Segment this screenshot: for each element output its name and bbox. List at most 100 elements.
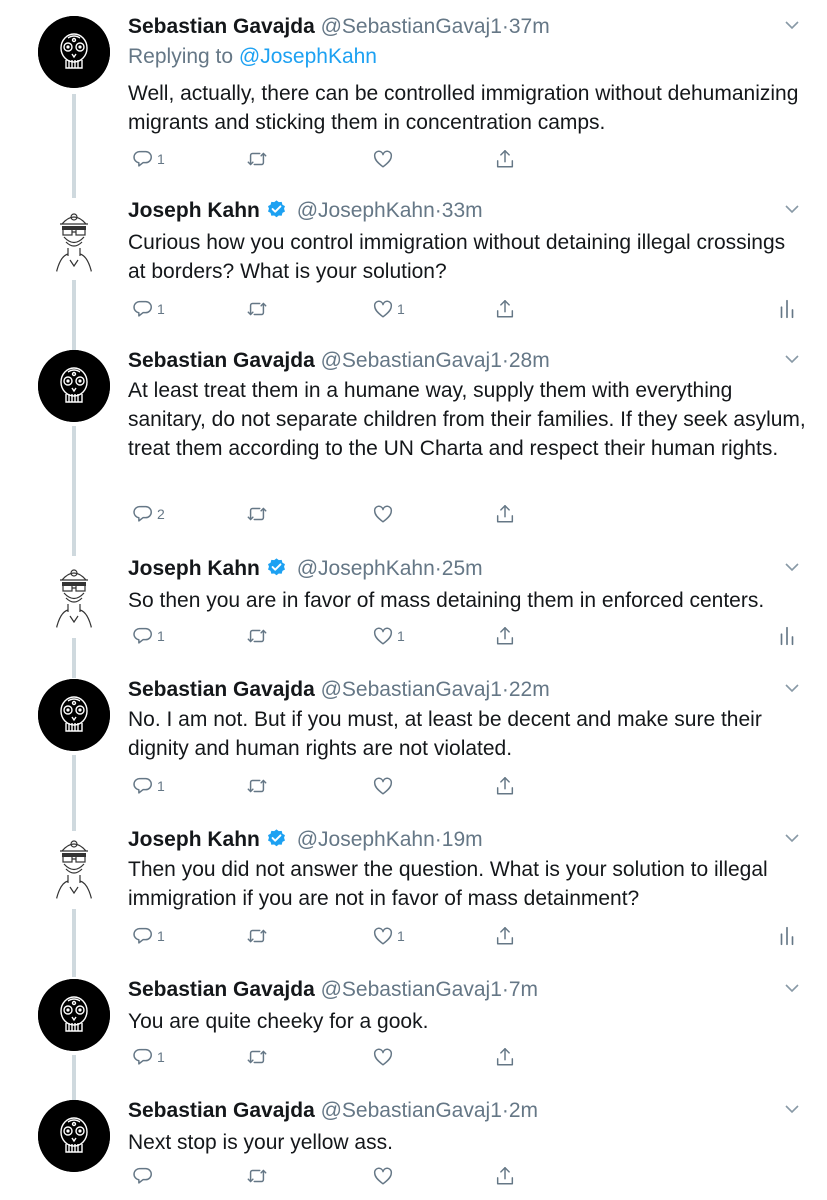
reply-count: 1 [157, 928, 165, 944]
retweet-button[interactable] [246, 1044, 268, 1070]
user-handle[interactable]: @SebastianGavaj1 [321, 15, 502, 38]
stats-button[interactable] [776, 923, 798, 949]
user-handle[interactable]: @JosephKahn [297, 828, 435, 851]
reply-button[interactable]: 1 [132, 923, 165, 949]
tweet[interactable]: Joseph Kahn @JosephKahn·33m Curious how … [0, 196, 827, 350]
like-button[interactable] [372, 501, 394, 527]
stats-button[interactable] [776, 296, 798, 322]
user-handle[interactable]: @SebastianGavaj1 [321, 678, 502, 701]
mention-link[interactable]: @JosephKahn [239, 45, 377, 68]
retweet-button[interactable] [246, 296, 268, 322]
display-name[interactable]: Sebastian Gavajda [128, 349, 315, 372]
tweet-header: Sebastian Gavajda @SebastianGavaj1·7m [128, 975, 538, 1005]
like-button[interactable] [372, 1163, 394, 1189]
separator-dot: · [501, 678, 509, 701]
user-handle[interactable]: @JosephKahn [297, 557, 435, 580]
share-button[interactable] [494, 1163, 516, 1189]
user-handle[interactable]: @SebastianGavaj1 [321, 978, 502, 1001]
skull-avatar[interactable] [38, 679, 110, 751]
skull-avatar[interactable] [38, 1100, 110, 1172]
share-button[interactable] [494, 773, 516, 799]
tweet[interactable]: Sebastian Gavajda @SebastianGavaj1·28m A… [0, 346, 827, 556]
like-button[interactable]: 1 [372, 623, 405, 649]
like-icon [372, 148, 394, 170]
chevron-down-icon[interactable] [785, 560, 799, 574]
share-icon [494, 925, 516, 947]
tweet[interactable]: Sebastian Gavajda @SebastianGavaj1·2m Ne… [0, 1096, 827, 1196]
retweet-icon [246, 925, 268, 947]
tweet[interactable]: Sebastian Gavajda @SebastianGavaj1·22m N… [0, 675, 827, 839]
user-handle[interactable]: @SebastianGavaj1 [321, 349, 502, 372]
chevron-down-icon[interactable] [785, 352, 799, 366]
reply-count: 2 [157, 506, 165, 522]
reply-button[interactable]: 1 [132, 773, 165, 799]
sketch-avatar[interactable] [38, 204, 110, 276]
share-button[interactable] [494, 1044, 516, 1070]
timestamp[interactable]: 25m [442, 557, 483, 580]
replying-to: Replying to @JosephKahn [128, 42, 377, 72]
timestamp[interactable]: 22m [509, 678, 550, 701]
chevron-down-icon[interactable] [785, 18, 799, 32]
reply-button[interactable]: 1 [132, 623, 165, 649]
chevron-down-icon[interactable] [785, 681, 799, 695]
tweet[interactable]: Sebastian Gavajda @SebastianGavaj1·37m R… [0, 12, 827, 198]
share-button[interactable] [494, 296, 516, 322]
reply-button[interactable]: 1 [132, 1044, 165, 1070]
user-handle[interactable]: @JosephKahn [297, 199, 435, 222]
display-name[interactable]: Sebastian Gavajda [128, 678, 315, 701]
like-button[interactable]: 1 [372, 923, 405, 949]
timestamp[interactable]: 28m [509, 349, 550, 372]
skull-avatar[interactable] [38, 979, 110, 1051]
retweet-button[interactable] [246, 923, 268, 949]
like-button[interactable]: 1 [372, 296, 405, 322]
reply-button[interactable]: 2 [132, 501, 165, 527]
chevron-down-icon[interactable] [785, 981, 799, 995]
sketch-avatar[interactable] [38, 560, 110, 632]
share-button[interactable] [494, 923, 516, 949]
reply-button[interactable] [132, 1163, 154, 1189]
retweet-button[interactable] [246, 623, 268, 649]
chevron-down-icon[interactable] [785, 831, 799, 845]
chevron-down-icon[interactable] [785, 202, 799, 216]
reply-button[interactable]: 1 [132, 146, 165, 172]
share-icon [494, 148, 516, 170]
display-name[interactable]: Joseph Kahn [128, 199, 260, 222]
tweet[interactable]: Sebastian Gavajda @SebastianGavaj1·7m Yo… [0, 975, 827, 1105]
reply-button[interactable]: 1 [132, 296, 165, 322]
share-icon [494, 503, 516, 525]
share-button[interactable] [494, 501, 516, 527]
skull-avatar[interactable] [38, 16, 110, 88]
display-name[interactable]: Joseph Kahn [128, 557, 260, 580]
display-name[interactable]: Sebastian Gavajda [128, 1099, 315, 1122]
reply-count: 1 [157, 301, 165, 317]
thread-line [72, 426, 76, 556]
timestamp[interactable]: 37m [509, 15, 550, 38]
retweet-button[interactable] [246, 501, 268, 527]
share-button[interactable] [494, 146, 516, 172]
like-button[interactable] [372, 773, 394, 799]
stats-button[interactable] [776, 623, 798, 649]
retweet-button[interactable] [246, 1163, 268, 1189]
like-button[interactable] [372, 1044, 394, 1070]
like-button[interactable] [372, 146, 394, 172]
skull-avatar[interactable] [38, 350, 110, 422]
like-icon [372, 775, 394, 797]
like-icon [372, 503, 394, 525]
share-button[interactable] [494, 623, 516, 649]
timestamp[interactable]: 2m [509, 1099, 538, 1122]
user-handle[interactable]: @SebastianGavaj1 [321, 1099, 502, 1122]
reply-icon [132, 298, 154, 320]
retweet-button[interactable] [246, 146, 268, 172]
timestamp[interactable]: 33m [442, 199, 483, 222]
tweet[interactable]: Joseph Kahn @JosephKahn·19m Then you did… [0, 825, 827, 977]
timestamp[interactable]: 7m [509, 978, 538, 1001]
sketch-avatar[interactable] [38, 831, 110, 903]
tweet-text: Curious how you control immigration with… [128, 231, 786, 283]
display-name[interactable]: Sebastian Gavajda [128, 978, 315, 1001]
timestamp[interactable]: 19m [442, 828, 483, 851]
tweet[interactable]: Joseph Kahn @JosephKahn·25m So then you … [0, 554, 827, 678]
display-name[interactable]: Sebastian Gavajda [128, 15, 315, 38]
chevron-down-icon[interactable] [785, 1102, 799, 1116]
retweet-button[interactable] [246, 773, 268, 799]
display-name[interactable]: Joseph Kahn [128, 828, 260, 851]
